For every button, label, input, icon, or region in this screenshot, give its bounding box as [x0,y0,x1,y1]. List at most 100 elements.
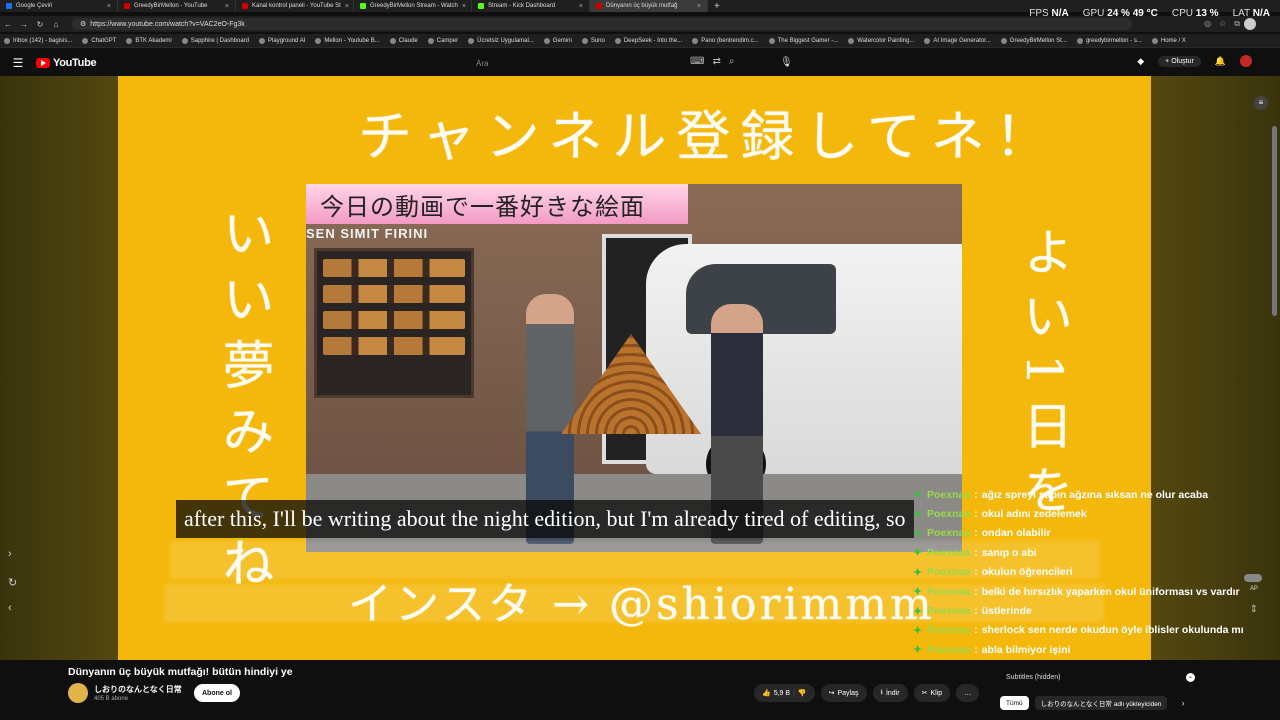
channel-avatar[interactable] [68,683,88,703]
tab-favicon-icon [242,3,248,9]
chat-message: ✦ Poexnaa : üstlerinde [913,605,1032,618]
close-tab-icon[interactable]: × [579,3,583,10]
bookmark-item[interactable]: Suno [581,37,605,44]
bookmark-item[interactable]: ChatGPT [82,37,116,44]
browser-tab[interactable]: GreedyBirMellon Stream - Watch × [354,0,472,12]
browser-tab[interactable]: Stream - Kick Dashboard × [472,0,590,12]
url-input[interactable]: ⚙ https://www.youtube.com/watch?v=VAC2eO… [72,18,1132,30]
bookmark-favicon-icon [259,37,266,44]
bookmark-favicon-icon [427,37,434,44]
bookmark-item[interactable]: Pano (bentrendim.c... [692,37,759,44]
bookmark-item[interactable]: Mellon - Youtube B... [315,37,380,44]
browser-tab[interactable]: Kanal kontrol paneli - YouTube St × [236,0,354,12]
search-icon[interactable]: ⌕ [729,56,735,67]
bookmark-favicon-icon [126,37,133,44]
like-button[interactable]: 👍 5,9 B | 👎 [754,684,815,702]
thumbs-down-icon[interactable]: 👎 [798,689,807,697]
browser-tab[interactable]: GreedyBirMellon - YouTube × [118,0,236,12]
chevron-down-icon[interactable]: ⌄ [1186,673,1195,682]
bookmark-favicon-icon [543,37,550,44]
bookmark-favicon-icon [692,37,699,44]
stream-chat-overlay: ✦ Poexnaa : ağız spreyi sapın ağzına sıks… [913,485,1273,679]
account-avatar[interactable] [1240,55,1252,67]
playlist-menu-icon[interactable]: ≡ [1254,96,1268,110]
more-actions-button[interactable]: … [956,684,980,702]
extension-icon[interactable]: ◎ [1204,19,1211,29]
close-tab-icon[interactable]: × [107,3,111,10]
bookmark-item[interactable]: Gemini [543,37,572,44]
bookmark-item[interactable]: BTK Akademi [126,37,172,44]
bookmark-item[interactable]: DeepSeek - Into the... [614,37,682,44]
clip-button[interactable]: ✂ Klip [913,684,951,702]
japanese-caption: 今日の動画で一番好きな絵面 [306,184,688,224]
chip-from-uploader[interactable]: しおりのなんとなく日常 adlı yükleyiciden [1034,696,1168,710]
notifications-bell-icon[interactable]: 🔔 [1215,56,1226,67]
bookmark-item[interactable]: Home / X [1151,37,1186,44]
shop-sign: SEN SIMIT FIRINI [306,226,429,241]
bookmark-favicon-icon [614,37,621,44]
chat-message: ✦ Poexnaa : ağız spreyi sapın ağzına sıks… [913,488,1209,502]
youtube-logo[interactable]: YouTube [36,57,97,69]
bookmark-item[interactable]: Sapphire | Dashboard [181,37,249,44]
bookmark-item[interactable]: GreedyBirMellon St... [1000,37,1067,44]
tab-favicon-icon [478,3,484,9]
chat-text: belki de hırsızlık yaparken okul üniform… [981,585,1240,598]
bookmark-item[interactable]: The Biggest Gamer -... [768,37,838,44]
bookmark-item[interactable]: Claude [389,37,418,44]
bookmark-item[interactable]: Inbox (142) - bagisis... [4,37,72,44]
scissors-icon: ✂ [921,690,928,697]
bookmark-favicon-icon [848,37,855,44]
bookmark-item[interactable]: Ücretsiz Uygulamal... [468,37,534,44]
subscribe-button[interactable]: Abone ol [194,684,240,702]
browser-profile-avatar[interactable] [1244,18,1256,30]
browser-tab[interactable]: Google Çeviri × [0,0,118,12]
bookmark-item[interactable]: Playground AI [259,37,305,44]
chat-message: ✦ Poexnaa : belki de hırsızlık yaparken o… [913,585,1240,599]
bookmark-item[interactable]: Watercolor Painting... [848,37,914,44]
chat-text: sherlock sen nerde okudun öyle iblisler … [981,624,1244,637]
sparkle-badge-icon: ✦ [913,644,923,657]
browser-tab-active[interactable]: Dünyanın üç büyük mutfağ × [590,0,708,12]
bookmark-favicon-icon [1076,37,1083,44]
youtube-header: ☰ YouTube Ara ⌨ ⇄ ⌕ 🎙 ◆ + Oluştur 🔔 [0,50,1280,76]
close-tab-icon[interactable]: × [225,3,229,10]
bookmark-item[interactable]: Camper [427,37,458,44]
chevron-right-icon[interactable]: › [1181,698,1184,708]
back-icon[interactable]: ← [0,20,16,29]
bookmarks-bar: Inbox (142) - bagisis... ChatGPT BTK Akade… [0,34,1280,48]
download-button[interactable]: ⭳ İndir [872,684,908,702]
new-tab-icon[interactable]: + [708,1,726,12]
share-icon: ↪ [828,690,835,697]
refresh-icon[interactable]: ↻ [8,576,17,589]
chat-username: Poexnaa [927,527,971,540]
bookmark-item[interactable]: greedybirmellon - s... [1076,37,1142,44]
bookmark-favicon-icon [581,37,588,44]
bookmark-star-icon[interactable]: ☆ [1219,19,1226,29]
forward-icon[interactable]: → [16,20,32,29]
create-button[interactable]: + Oluştur [1158,55,1201,67]
microphone-icon[interactable]: 🎙 [780,57,793,68]
extensions-puzzle-icon[interactable]: ⧉ [1234,19,1240,29]
bookmark-item[interactable]: AI Image Generator... [924,37,991,44]
menu-icon[interactable]: ☰ [0,56,36,70]
reload-icon[interactable]: ↻ [32,20,48,29]
chevron-right-icon[interactable]: › [8,548,12,560]
site-info-icon[interactable]: ⚙ [80,20,86,28]
channel-name[interactable]: しおりのなんとなく日常 [94,684,182,695]
share-button[interactable]: ↪ Paylaş [820,684,867,702]
video-title: Dünyanın üç büyük mutfağı! bütün hindiyi… [68,666,293,678]
home-icon[interactable]: ⌂ [48,20,64,29]
chat-message: ✦ Poexnaa : okulun öğrencileri [913,566,1073,579]
chat-text: ağız spreyi sapın ağzına sıksan ne olur … [981,488,1209,501]
keyboard-icon[interactable]: ⌨ [690,56,704,67]
close-tab-icon[interactable]: × [345,3,349,10]
chevron-left-icon[interactable]: ‹ [8,602,12,614]
scrollbar[interactable] [1272,126,1277,316]
close-tab-icon[interactable]: × [462,3,466,10]
cast-icon[interactable]: ◆ [1137,56,1144,67]
bookmark-favicon-icon [1000,37,1007,44]
sparkle-badge-icon: ✦ [913,527,923,540]
chip-all[interactable]: Tümü [1000,696,1029,710]
close-tab-icon[interactable]: × [697,3,701,10]
translate-icon[interactable]: ⇄ [712,56,720,67]
